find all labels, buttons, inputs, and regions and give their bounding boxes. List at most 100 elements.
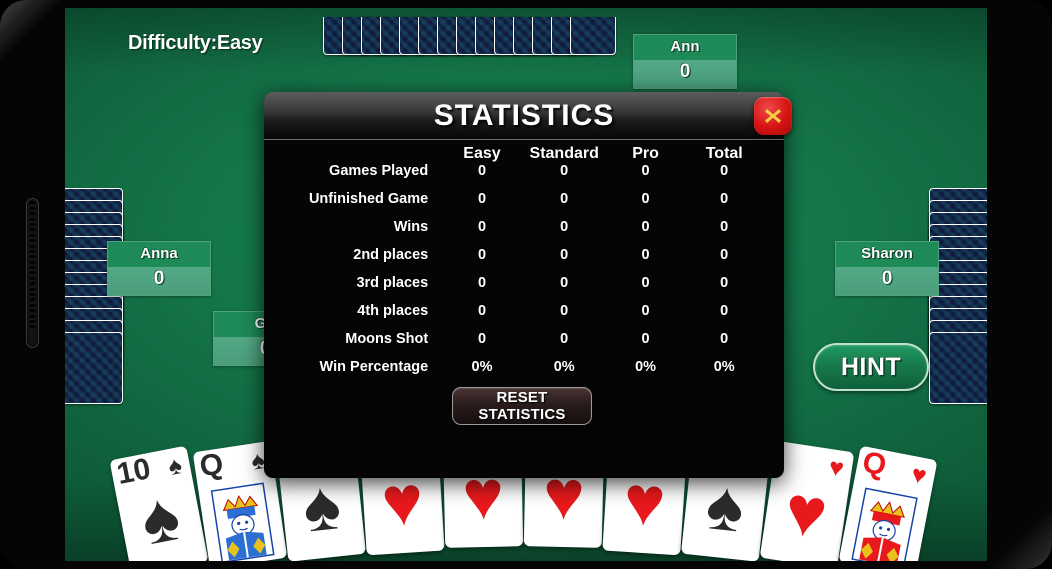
card-back <box>570 17 616 55</box>
tablet-device: Difficulty:Easy Ann 0 Anna 0 Sharon 0 Gu… <box>0 0 1052 569</box>
header-spacer <box>280 145 442 163</box>
row-label: Win Percentage <box>319 359 429 375</box>
stat-value: 0 <box>641 191 650 207</box>
reset-statistics-button[interactable]: RESET STATISTICS <box>452 387 592 425</box>
stat-value: 0 <box>720 219 729 235</box>
stat-value: 0 <box>560 247 569 263</box>
dialog-header: STATISTICS <box>264 92 792 140</box>
card-center-suit: ♠ <box>702 465 748 548</box>
speaker-hole <box>29 221 36 226</box>
speaker-hole <box>29 248 36 253</box>
table-row: Games Played 0 0 0 0 <box>280 163 764 185</box>
stat-value: 0 <box>477 247 487 263</box>
table-row: 4th places 0 0 0 0 <box>280 297 764 325</box>
row-label: 2nd places <box>353 247 429 263</box>
stat-value: 0 <box>560 191 569 207</box>
speaker-hole <box>29 275 36 280</box>
speaker-hole <box>29 205 36 210</box>
player-box-ann: Ann 0 <box>633 34 737 89</box>
speaker-hole <box>29 238 36 243</box>
card-face-art <box>851 487 918 561</box>
player-score: 0 <box>679 61 691 82</box>
card-suit-icon: ♥ <box>909 460 929 491</box>
stat-value: 0 <box>641 247 650 263</box>
speaker-hole <box>29 254 36 259</box>
card-center-suit: ♠ <box>299 465 345 548</box>
player-name: Ann <box>670 38 700 55</box>
stat-value: 0 <box>560 163 569 179</box>
statistics-table: Easy Standard Pro Total Games Played 0 0 0 0… <box>280 145 764 381</box>
stat-value: 0 <box>560 303 569 319</box>
stat-value: 0 <box>477 191 487 207</box>
player-score: 0 <box>881 268 893 289</box>
statistics-dialog: STATISTICS Easy Standard Pro Total Games… <box>264 92 792 478</box>
stat-value: 0 <box>720 247 729 263</box>
row-label: Wins <box>393 219 429 235</box>
card-center-suit: ♠ <box>134 476 187 560</box>
row-label: Moons Shot <box>345 331 429 347</box>
card-rank: Q <box>859 445 889 483</box>
speaker-hole <box>29 313 36 318</box>
card-back <box>65 332 123 404</box>
speaker-hole <box>29 270 36 275</box>
dialog-title: STATISTICS <box>433 98 615 132</box>
stat-value: 0 <box>641 331 650 347</box>
stat-value: 0 <box>560 275 569 291</box>
speaker-hole <box>29 324 36 329</box>
speaker-hole <box>29 302 36 307</box>
stat-value: 0 <box>641 163 650 179</box>
speaker-hole <box>29 292 36 297</box>
stat-value: 0 <box>560 219 569 235</box>
stat-value: 0 <box>641 219 650 235</box>
stat-value: 0 <box>720 163 729 179</box>
player-box-sharon: Sharon 0 <box>835 241 939 296</box>
column-header-total: Total <box>705 145 743 162</box>
speaker-hole <box>29 243 36 248</box>
column-header-easy: Easy <box>463 145 501 162</box>
close-icon[interactable] <box>754 97 792 135</box>
table-row: Unfinished Game 0 0 0 0 <box>280 185 764 213</box>
card-center-suit: ♥ <box>779 470 833 554</box>
card-rank: Q <box>197 447 226 484</box>
stat-value: 0% <box>713 359 735 375</box>
stat-value: 0 <box>641 275 650 291</box>
hint-button-label: HINT <box>840 352 902 381</box>
speaker-hole <box>29 232 36 237</box>
speaker-hole <box>29 265 36 270</box>
stat-value: 0 <box>720 303 729 319</box>
speaker-hole <box>29 308 36 313</box>
stat-value: 0 <box>720 191 729 207</box>
table-row: 2nd places 0 0 0 0 <box>280 241 764 269</box>
column-header-standard: Standard <box>529 145 599 162</box>
player-box-anna: Anna 0 <box>107 241 211 296</box>
player-name: Anna <box>140 245 178 262</box>
stat-value: 0% <box>471 359 493 375</box>
speaker-hole <box>29 211 36 216</box>
stat-value: 0 <box>477 219 487 235</box>
hint-button[interactable]: HINT <box>813 343 929 391</box>
difficulty-label: Difficulty:Easy <box>128 32 263 54</box>
speaker-hole <box>29 259 36 264</box>
row-label: Unfinished Game <box>308 191 429 207</box>
stat-value: 0% <box>635 359 657 375</box>
stat-value: 0 <box>720 331 729 347</box>
reset-button-container: RESET STATISTICS <box>280 387 764 425</box>
table-header-row: Easy Standard Pro Total <box>280 145 764 163</box>
row-label: 3rd places <box>356 275 429 291</box>
stat-value: 0% <box>553 359 575 375</box>
speaker-hole <box>29 216 36 221</box>
row-label: 4th places <box>357 303 429 319</box>
stat-value: 0 <box>720 275 729 291</box>
table-row: Moons Shot 0 0 0 0 <box>280 325 764 353</box>
speaker-hole <box>29 297 36 302</box>
stat-value: 0 <box>641 303 650 319</box>
table-row: Win Percentage 0% 0% 0% 0% <box>280 353 764 381</box>
speaker-hole <box>29 227 36 232</box>
stat-value: 0 <box>477 331 487 347</box>
playing-card[interactable]: Q ♥ <box>838 445 938 561</box>
table-row: Wins 0 0 0 0 <box>280 213 764 241</box>
reset-statistics-label: RESET STATISTICS <box>478 389 566 423</box>
table-row: 3rd places 0 0 0 0 <box>280 269 764 297</box>
speaker-hole <box>29 286 36 291</box>
player-score: 0 <box>153 268 165 289</box>
